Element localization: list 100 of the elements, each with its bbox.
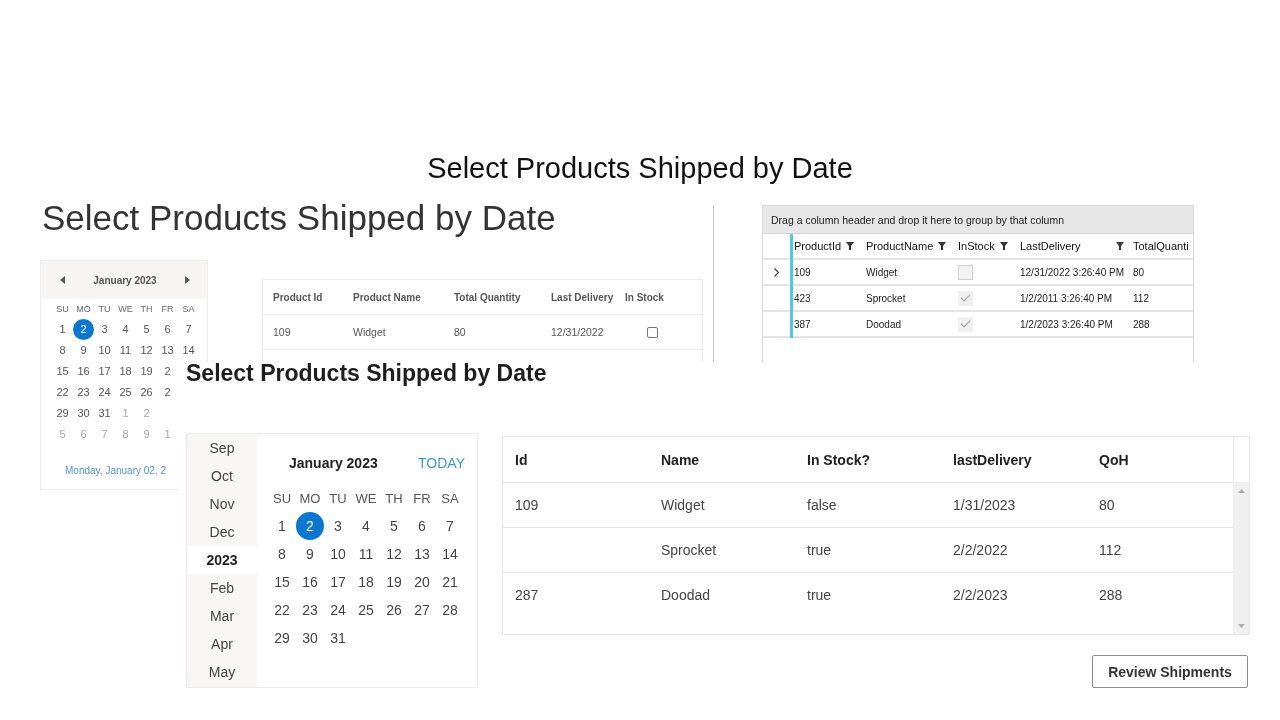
calendar-day[interactable]: 5 <box>136 319 157 340</box>
calendar-day[interactable]: 25 <box>115 382 136 403</box>
calendar-day[interactable]: 30 <box>73 403 94 424</box>
calendar-day[interactable]: 20 <box>408 568 436 596</box>
calendar-day[interactable]: 22 <box>52 382 73 403</box>
calendar-day[interactable]: 14 <box>436 540 464 568</box>
month-item[interactable]: 2023 <box>187 546 257 574</box>
filter-icon[interactable] <box>1000 242 1008 250</box>
calendar-day[interactable]: 15 <box>52 361 73 382</box>
calendar-day[interactable]: 31 <box>324 624 352 652</box>
calendar-day[interactable]: 2 <box>296 512 324 540</box>
column-header[interactable]: ProductId <box>793 234 860 260</box>
calendar-day[interactable]: 11 <box>115 340 136 361</box>
calendar-day[interactable]: 24 <box>324 596 352 624</box>
column-header[interactable]: QoH <box>1087 437 1233 482</box>
month-item[interactable]: Apr <box>187 630 257 658</box>
column-header[interactable]: Id <box>503 437 649 482</box>
calendar-day[interactable]: 31 <box>94 403 115 424</box>
month-item[interactable]: Feb <box>187 574 257 602</box>
calendar-day[interactable]: 27 <box>408 596 436 624</box>
month-item[interactable]: Mar <box>187 602 257 630</box>
calendar-day[interactable]: 4 <box>115 319 136 340</box>
calendar-day[interactable]: 29 <box>268 624 296 652</box>
calendar-day[interactable]: 15 <box>268 568 296 596</box>
weekday-label: SU <box>55 304 70 314</box>
calendar-day[interactable]: 19 <box>380 568 408 596</box>
calendar-day[interactable]: 14 <box>178 340 199 361</box>
calendar-day[interactable]: 30 <box>296 624 324 652</box>
calendar-day[interactable]: 23 <box>73 382 94 403</box>
calendar-day[interactable]: 24 <box>94 382 115 403</box>
column-header[interactable]: Name <box>649 437 795 482</box>
table-cell: 387 <box>793 312 860 338</box>
table-cell: 2/2/2022 <box>941 527 1087 572</box>
calendar-day[interactable]: 8 <box>268 540 296 568</box>
calendar-day[interactable]: 6 <box>408 512 436 540</box>
calendar-day[interactable]: 12 <box>136 340 157 361</box>
calendar-day[interactable]: 19 <box>136 361 157 382</box>
calendar-day[interactable]: 2 <box>157 361 178 382</box>
caret-right-icon[interactable] <box>185 276 190 284</box>
calendar-day[interactable]: 5 <box>380 512 408 540</box>
month-item[interactable]: Sep <box>187 434 257 462</box>
calendar-day[interactable]: 18 <box>352 568 380 596</box>
month-item[interactable]: Oct <box>187 462 257 490</box>
calendar-day[interactable]: 2 <box>157 382 178 403</box>
calendar-day[interactable]: 1 <box>268 512 296 540</box>
column-header[interactable]: In Stock <box>617 280 702 314</box>
column-header[interactable]: LastDelivery <box>1014 234 1130 260</box>
calendar-day[interactable]: 2 <box>73 319 94 340</box>
calendar-day[interactable]: 10 <box>94 340 115 361</box>
calendar-day[interactable]: 16 <box>296 568 324 596</box>
calendar-day[interactable]: 18 <box>115 361 136 382</box>
calendar-day[interactable]: 17 <box>94 361 115 382</box>
column-header[interactable]: TotalQuanti <box>1130 234 1193 260</box>
column-header[interactable]: Product Id <box>263 280 343 314</box>
calendar-day[interactable]: 7 <box>178 319 199 340</box>
month-item[interactable]: Dec <box>187 518 257 546</box>
calendar-day[interactable]: 3 <box>324 512 352 540</box>
table-cell: 1/2/2023 3:26:40 PM <box>1014 312 1130 338</box>
column-header[interactable]: Last Delivery <box>541 280 617 314</box>
calendar-day[interactable]: 23 <box>296 596 324 624</box>
column-header[interactable]: lastDelivery <box>941 437 1087 482</box>
checkbox[interactable] <box>647 326 658 338</box>
calendar-day[interactable]: 3 <box>94 319 115 340</box>
calendar-day[interactable]: 28 <box>436 596 464 624</box>
calendar-day[interactable]: 21 <box>436 568 464 596</box>
table-cell: 288 <box>1130 312 1193 338</box>
calendar-day[interactable]: 10 <box>324 540 352 568</box>
calendar-day[interactable]: 17 <box>324 568 352 596</box>
month-item[interactable]: Nov <box>187 490 257 518</box>
calendar-day[interactable]: 26 <box>380 596 408 624</box>
filter-icon[interactable] <box>846 242 854 250</box>
calendar-day[interactable]: 6 <box>157 319 178 340</box>
calendar-day[interactable]: 7 <box>436 512 464 540</box>
calendar-day[interactable]: 4 <box>352 512 380 540</box>
calendar-day[interactable]: 16 <box>73 361 94 382</box>
review-button[interactable]: Review Shipments <box>1092 655 1248 688</box>
calendar-day[interactable]: 22 <box>268 596 296 624</box>
calendar-day[interactable]: 25 <box>352 596 380 624</box>
calendar-day[interactable]: 9 <box>73 340 94 361</box>
calendar-day[interactable]: 13 <box>408 540 436 568</box>
calendar-day[interactable]: 12 <box>380 540 408 568</box>
filter-icon[interactable] <box>938 242 946 250</box>
calendar-day[interactable]: 11 <box>352 540 380 568</box>
column-header[interactable]: Total Quantity <box>444 280 541 314</box>
column-header[interactable]: ProductName <box>860 234 952 260</box>
column-header[interactable]: InStock <box>952 234 1014 260</box>
filter-icon[interactable] <box>1116 242 1124 250</box>
table-cell: 112 <box>1130 286 1193 312</box>
table-cell: 112 <box>1087 527 1233 572</box>
calendar-day[interactable]: 13 <box>157 340 178 361</box>
calendar-day[interactable]: 8 <box>52 340 73 361</box>
calendar-day[interactable]: 1 <box>52 319 73 340</box>
column-header[interactable]: Product Name <box>343 280 444 314</box>
caret-left-icon[interactable] <box>60 276 65 284</box>
month-item[interactable]: May <box>187 658 257 686</box>
weekday-label: FR <box>412 490 432 506</box>
calendar-day[interactable]: 9 <box>296 540 324 568</box>
calendar-day[interactable]: 26 <box>136 382 157 403</box>
calendar-day[interactable]: 29 <box>52 403 73 424</box>
column-header[interactable]: In Stock? <box>795 437 941 482</box>
